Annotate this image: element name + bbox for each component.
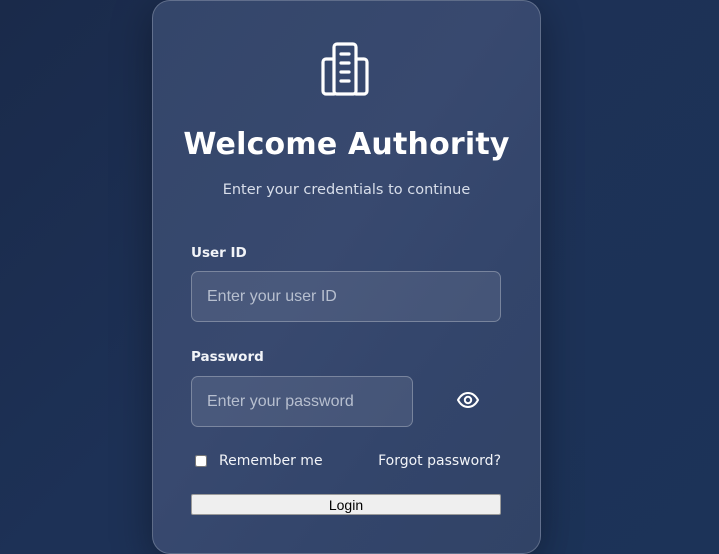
user-id-label: User ID: [191, 245, 247, 261]
page-subtitle: Enter your credentials to continue: [222, 182, 471, 198]
remember-me-label: Remember me: [219, 453, 323, 469]
login-button[interactable]: Login: [191, 494, 501, 515]
show-password-toggle[interactable]: [455, 387, 481, 413]
login-card: Welcome Authority Enter your credentials…: [152, 0, 541, 554]
eye-icon: [457, 392, 479, 408]
page-title: Welcome Authority: [183, 127, 510, 162]
remember-me-checkbox[interactable]: [195, 455, 207, 467]
password-input[interactable]: [191, 376, 413, 427]
password-label: Password: [191, 349, 264, 365]
user-id-input[interactable]: [191, 271, 501, 322]
building-icon: [321, 42, 369, 96]
forgot-password-link[interactable]: Forgot password?: [378, 453, 501, 469]
remember-me[interactable]: Remember me: [195, 453, 323, 469]
